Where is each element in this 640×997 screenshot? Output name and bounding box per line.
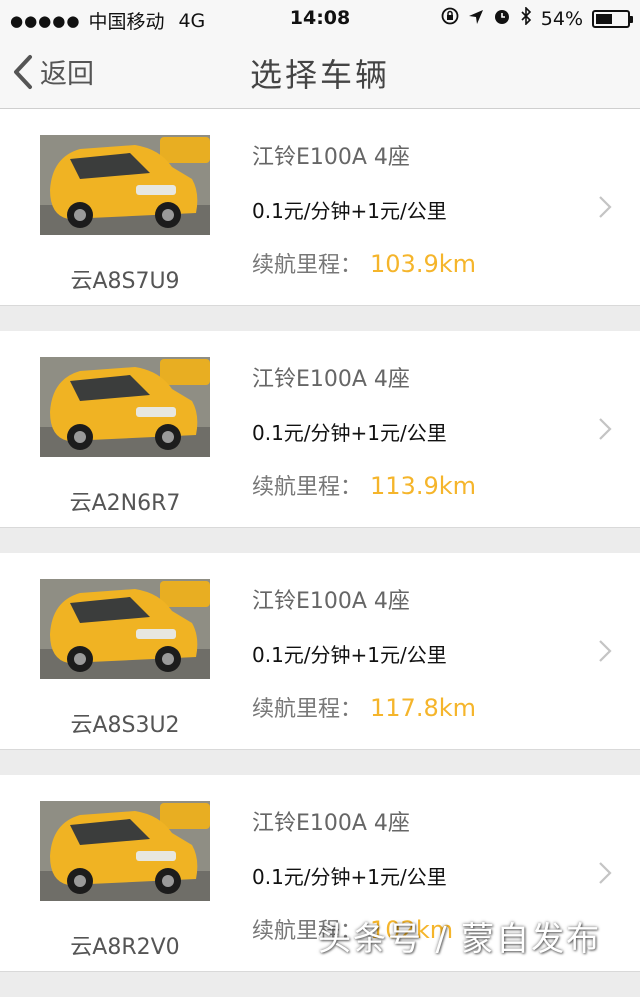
chevron-right-icon [598,417,612,445]
chevron-right-icon [598,639,612,667]
battery-percent: 54% [540,7,583,30]
license-plate: 云A8S7U9 [70,269,180,294]
vehicle-card[interactable]: 云A8S3U2 江铃E100A 4座 0.1元/分钟+1元/公里 续航里程： 11… [0,553,640,750]
battery-icon [592,9,633,28]
range-value: 113.9km [370,472,476,500]
car-model: 江铃E100A 4座 [252,367,410,392]
car-model: 江铃E100A 4座 [252,589,410,614]
car-model: 江铃E100A 4座 [252,811,410,836]
alarm-icon [493,7,511,30]
status-bar: ●●●●● 中国移动 4G 14:08 54% [0,0,640,36]
range-label: 续航里程： [252,697,363,722]
car-photo [40,135,210,235]
car-photo [40,357,210,457]
vehicle-list: 云A8S7U9 江铃E100A 4座 0.1元/分钟+1元/公里 续航里程： 10… [0,109,640,997]
car-photo [40,579,210,679]
car-model: 江铃E100A 4座 [252,145,410,170]
license-plate: 云A8S3U2 [70,713,180,738]
price-rate: 0.1元/分钟+1元/公里 [252,643,447,667]
navigation-bar: 返回 选择车辆 [0,36,640,109]
chevron-right-icon [598,861,612,889]
chevron-right-icon [598,195,612,223]
battery-level [596,13,612,24]
page-title: 选择车辆 [249,56,390,94]
vehicle-card[interactable]: 云A8S7U9 江铃E100A 4座 0.1元/分钟+1元/公里 续航里程： 10… [0,109,640,306]
range-label: 续航里程： [252,475,363,500]
price-rate: 0.1元/分钟+1元/公里 [252,421,447,445]
price-rate: 0.1元/分钟+1元/公里 [252,865,447,889]
range-value: 103.9km [370,250,476,278]
price-rate: 0.1元/分钟+1元/公里 [252,199,447,223]
location-arrow-icon [468,8,484,30]
watermark: 头条号 / 蒙自发布 [318,919,602,958]
orientation-lock-icon [441,7,459,30]
license-plate: 云A2N6R7 [69,491,181,516]
bluetooth-icon [520,6,532,30]
range-row: 续航里程： 113.9km [252,469,476,501]
car-photo [40,801,210,901]
range-label: 续航里程： [252,253,363,278]
license-plate: 云A8R2V0 [70,935,180,960]
range-row: 续航里程： 117.8km [252,691,476,723]
range-row: 续航里程： 103.9km [252,247,476,279]
vehicle-card[interactable]: 云A2N6R7 江铃E100A 4座 0.1元/分钟+1元/公里 续航里程： 11… [0,331,640,528]
range-value: 117.8km [370,694,476,722]
